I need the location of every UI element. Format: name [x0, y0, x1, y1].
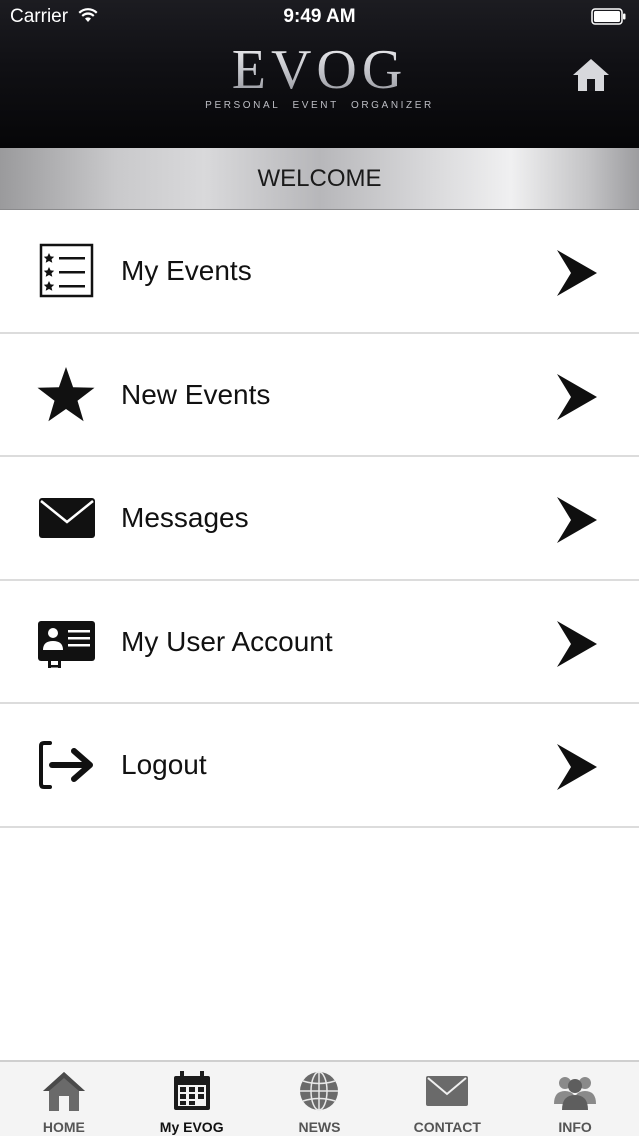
main-menu: My Events New Events Messages My User Ac… [0, 210, 639, 828]
users-icon [554, 1077, 597, 1110]
tab-info[interactable]: INFO [511, 1062, 639, 1136]
tab-label: INFO [558, 1119, 592, 1135]
chevron-right-icon [557, 250, 597, 296]
logout-icon [39, 741, 93, 789]
menu-item-label: My User Account [121, 625, 333, 657]
welcome-title: WELCOME [257, 164, 382, 192]
app-header: Carrier 9:49 AM EVOG PERSONAL EVENT ORGA… [0, 0, 639, 148]
globe-icon [300, 1071, 339, 1111]
tab-label: NEWS [298, 1119, 341, 1135]
menu-item-label: My Events [121, 255, 252, 286]
menu-item-label: Logout [121, 749, 207, 780]
menu-item-logout[interactable]: Logout [0, 704, 639, 828]
tab-news[interactable]: NEWS [256, 1062, 384, 1136]
logo-subtitle: PERSONAL EVENT ORGANIZER [205, 100, 434, 111]
logo-title: EVOG [0, 40, 639, 100]
status-bar: Carrier 9:49 AM [0, 0, 639, 36]
tab-label: CONTACT [413, 1119, 481, 1135]
chevron-right-icon [557, 744, 597, 790]
home-icon [42, 1072, 85, 1111]
chevron-right-icon [557, 620, 597, 667]
status-time: 9:49 AM [283, 6, 356, 27]
tab-contact[interactable]: CONTACT [383, 1062, 511, 1136]
app-logo: EVOG PERSONAL EVENT ORGANIZER [0, 40, 639, 111]
envelope-icon [39, 498, 95, 538]
tab-bar: HOME My EVOG NEWS CONTACT INFO [0, 1060, 639, 1136]
menu-item-messages[interactable]: Messages [0, 457, 639, 581]
welcome-banner: WELCOME [0, 148, 639, 210]
envelope-icon [426, 1076, 469, 1106]
menu-item-label: New Events [121, 378, 271, 410]
chevron-right-icon [557, 497, 597, 543]
menu-item-my-events[interactable]: My Events [0, 210, 639, 334]
menu-item-user-account[interactable]: My User Account [0, 580, 639, 704]
tab-home[interactable]: HOME [0, 1062, 128, 1136]
star-icon [37, 366, 95, 421]
event-list-icon [39, 243, 94, 298]
home-icon[interactable] [571, 57, 611, 93]
menu-item-new-events[interactable]: New Events [0, 333, 639, 457]
calendar-icon [173, 1071, 210, 1110]
tab-label: HOME [42, 1119, 85, 1135]
chevron-right-icon [557, 373, 597, 420]
tab-label: My EVOG [159, 1119, 224, 1135]
tab-my-evog[interactable]: My EVOG [128, 1062, 256, 1136]
menu-item-label: Messages [121, 502, 249, 533]
id-card-icon [38, 620, 95, 668]
battery-icon [591, 8, 626, 25]
